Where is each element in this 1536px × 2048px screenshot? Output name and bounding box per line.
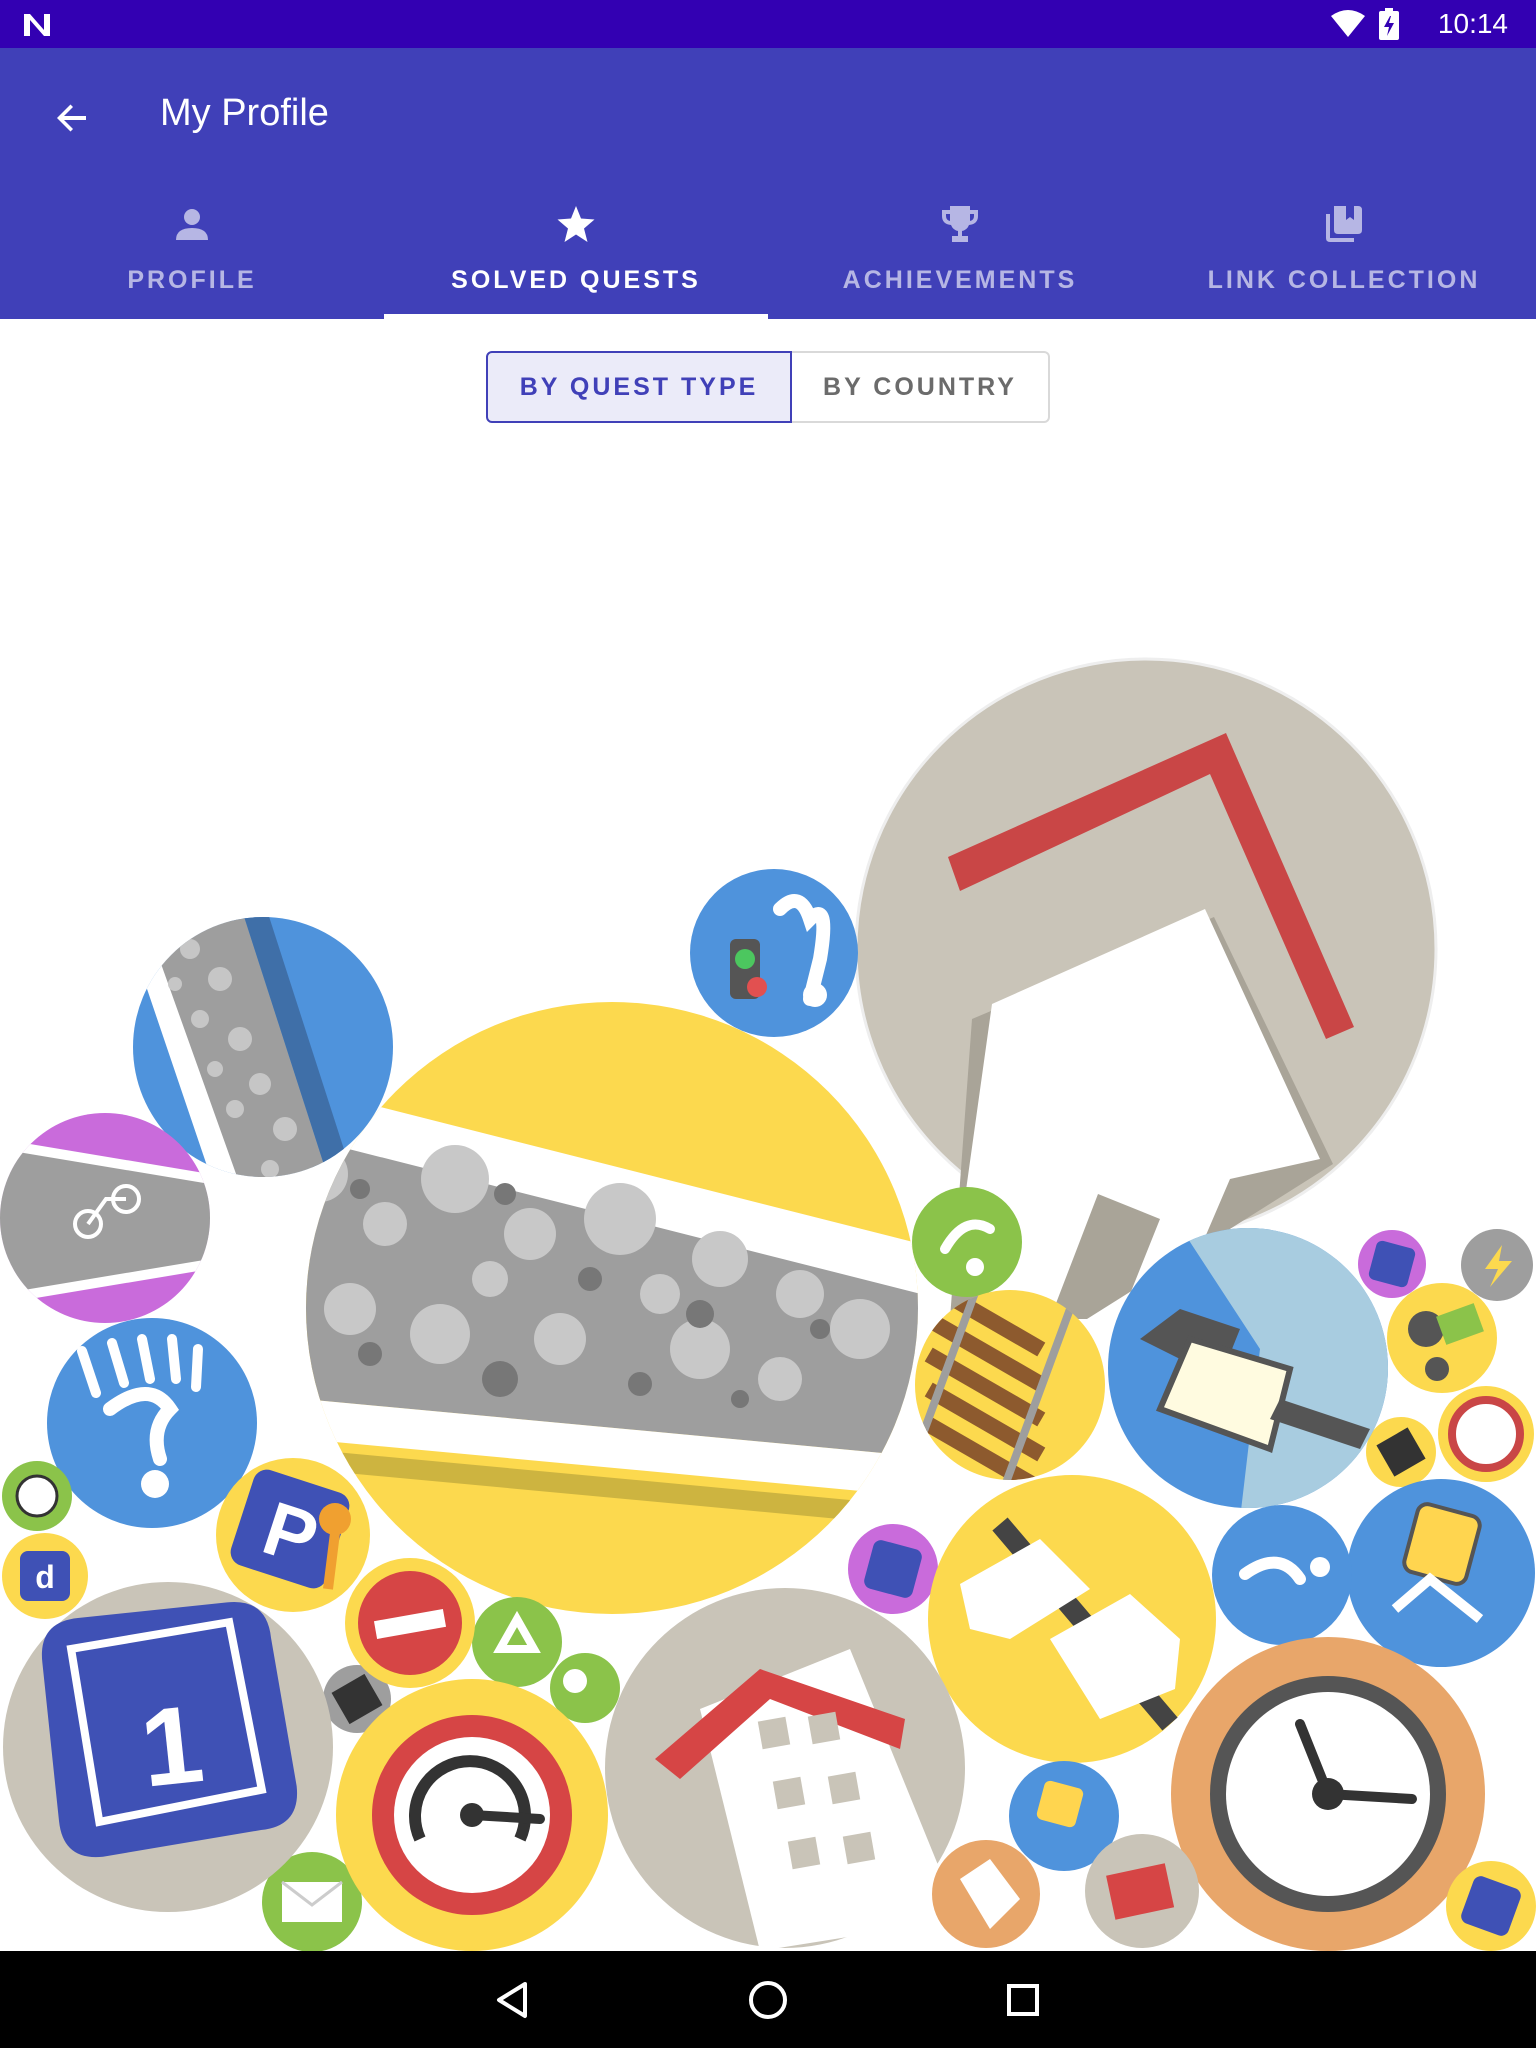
pedestrian-bubble[interactable] [47, 1318, 257, 1528]
shed-bubble[interactable] [1085, 1834, 1199, 1948]
svg-text:1: 1 [135, 1682, 209, 1811]
notification-icon [24, 14, 50, 36]
tab-solved-quests[interactable]: SOLVED QUESTS [384, 188, 768, 319]
tab-label: LINK COLLECTION [1207, 266, 1481, 294]
soccer-bubble[interactable] [2, 1461, 72, 1531]
nav-back-button[interactable] [488, 1975, 538, 2025]
tractor-bubble[interactable] [1387, 1283, 1497, 1393]
power-bubble[interactable] [1461, 1229, 1533, 1301]
back-button[interactable] [44, 90, 100, 146]
wifi-icon [1331, 10, 1365, 37]
oneway-bubble[interactable] [345, 1558, 475, 1688]
person-icon [170, 202, 214, 246]
coin-icon [563, 1669, 587, 1693]
parcel-locker-bubble[interactable]: d [2, 1533, 88, 1619]
house-number-icon: 1 [41, 1601, 298, 1858]
playground-bubble[interactable] [912, 1187, 1022, 1297]
page-title: My Profile [160, 92, 329, 134]
sign-direction-bubble[interactable] [928, 1475, 1216, 1763]
bike-rental-bubble[interactable] [1358, 1230, 1426, 1298]
no-parking-bubble[interactable] [1438, 1386, 1534, 1482]
cycleway-bubble[interactable] [0, 1113, 210, 1323]
nav-recents-button[interactable] [998, 1975, 1048, 2025]
circle-home-icon [749, 1981, 787, 2019]
tab-label: PROFILE [127, 266, 257, 294]
clock-time: 10:14 [1437, 8, 1508, 39]
recycling-bubble[interactable] [472, 1597, 562, 1687]
square-recents-icon [1007, 1984, 1039, 2016]
maxspeed-bubble[interactable] [336, 1679, 608, 1951]
bookmarks-icon [1322, 202, 1366, 246]
construction-bubble[interactable] [1366, 1417, 1436, 1487]
clock-icon [1210, 1676, 1446, 1912]
bus-stop-bubble[interactable] [1347, 1479, 1535, 1667]
paid-parking-bubble[interactable] [1446, 1861, 1536, 1951]
system-nav-bar [0, 1951, 1536, 2048]
housenumber-bubble[interactable]: 1 [3, 1582, 333, 1912]
restriction-sign-icon [1448, 1396, 1524, 1472]
arrow-back-icon [57, 104, 86, 132]
triangle-back-icon [497, 1982, 527, 2018]
trophy-icon [938, 202, 982, 246]
nav-home-button[interactable] [743, 1975, 793, 2025]
quest-bubbles-chart: d P 1 [0, 657, 1536, 1951]
svg-text:d: d [35, 1559, 55, 1595]
tab-profile[interactable]: PROFILE [0, 188, 384, 319]
crossing-bubble[interactable] [1212, 1505, 1352, 1645]
tab-label: ACHIEVEMENTS [842, 266, 1078, 294]
opening-hours-bubble[interactable] [1171, 1637, 1485, 1951]
star-icon [554, 202, 598, 246]
speedometer-icon [372, 1715, 572, 1915]
bike-parking-bubble[interactable] [848, 1524, 938, 1614]
tab-label: SOLVED QUESTS [451, 266, 701, 294]
battery-icon [1379, 8, 1399, 40]
parking-bubble[interactable]: P [216, 1458, 370, 1612]
tab-bar: PROFILE SOLVED QUESTS ACHIEVEMENTS LINK … [0, 188, 1536, 319]
price-tag-bubble[interactable] [932, 1840, 1040, 1948]
tab-link-collection[interactable]: LINK COLLECTION [1152, 188, 1536, 319]
app-bar: My Profile PROFILE SOLVED QUESTS ACHIEVE… [0, 48, 1536, 319]
crossing-signals-bubble[interactable] [690, 869, 858, 1037]
tab-achievements[interactable]: ACHIEVEMENTS [768, 188, 1152, 319]
building-levels-bubble[interactable] [605, 1588, 965, 1951]
status-bar: 10:14 [0, 0, 1536, 48]
soccer-ball-icon [15, 1474, 59, 1518]
